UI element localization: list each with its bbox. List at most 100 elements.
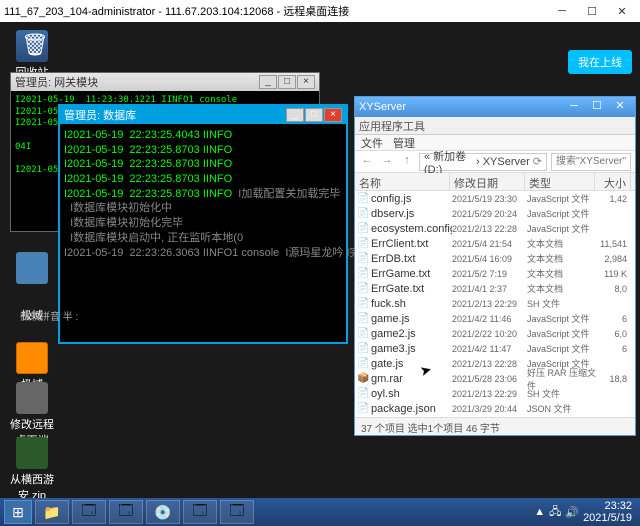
maximize-button[interactable]: ☐ (578, 2, 606, 20)
file-explorer: XYServer ─ ☐ ✕ 应用程序工具 文件 管理 ← → ↑ « 新加卷 … (354, 96, 636, 436)
max-button[interactable]: □ (278, 75, 296, 89)
file-row[interactable]: 📄ErrGate.txt2021/4/1 2:37文本文档8,0 (355, 281, 635, 296)
max-button[interactable]: □ (305, 108, 323, 122)
file-name: ErrDB.txt (371, 253, 452, 265)
close-button[interactable]: ✕ (609, 99, 631, 115)
file-row[interactable]: 📄package.json2021/3/29 20:44JSON 文件 (355, 401, 635, 416)
clock[interactable]: 23:32 2021/5/19 (583, 500, 636, 524)
taskbar-app3[interactable]: 💿 (146, 500, 180, 524)
terminal2-output: I2021-05-19 22:23:25.4043 IINFO I2021-05… (60, 124, 346, 264)
file-size: 18,8 (597, 374, 627, 384)
file-type: 文本文档 (527, 267, 597, 280)
breadcrumb[interactable]: « 新加卷 (D:) › XYServer ⟳ (419, 153, 547, 171)
file-row[interactable]: 📄ecosystem.config.js2021/2/13 22:28JavaS… (355, 221, 635, 236)
desktop-shortcut-1[interactable] (8, 252, 56, 286)
taskbar-app5[interactable]: 🗔 (220, 500, 254, 524)
max-button[interactable]: ☐ (586, 99, 608, 115)
taskbar-app1[interactable]: 🗔 (72, 500, 106, 524)
file-type: JavaScript 文件 (527, 207, 597, 220)
header-date[interactable]: 修改日期 (450, 173, 525, 190)
online-button[interactable]: 我在上线 (568, 50, 632, 74)
header-name[interactable]: 名称 (355, 173, 450, 190)
header-type[interactable]: 类型 (525, 173, 595, 190)
file-icon: 📄 (357, 328, 369, 340)
file-name: ErrClient.txt (371, 238, 452, 250)
file-row[interactable]: 📄ErrGame.txt2021/5/2 7:19文本文档119 K (355, 266, 635, 281)
app-icon (16, 252, 48, 284)
menu-manage[interactable]: 管理 (393, 135, 415, 151)
file-type: JavaScript 文件 (527, 192, 597, 205)
explorer-titlebar[interactable]: XYServer ─ ☐ ✕ (355, 97, 635, 117)
file-row[interactable]: 📄config.js2021/5/19 23:30JavaScript 文件1,… (355, 191, 635, 206)
min-button[interactable]: ─ (563, 99, 585, 115)
terminal1-titlebar[interactable]: 管理员: 网关模块 _ □ × (11, 73, 319, 91)
file-row[interactable]: 📄game3.js2021/4/2 11:47JavaScript 文件6 (355, 341, 635, 356)
menu-file[interactable]: 文件 (361, 135, 383, 151)
close-button[interactable]: × (324, 108, 342, 122)
file-row[interactable]: 📄game.js2021/4/2 11:46JavaScript 文件6 (355, 311, 635, 326)
taskbar-explorer[interactable]: 📁 (35, 500, 69, 524)
file-icon: 📄 (357, 358, 369, 370)
taskbar-app4[interactable]: 🗔 (183, 500, 217, 524)
file-row[interactable]: 📄fuck.sh2021/2/13 22:29SH 文件 (355, 296, 635, 311)
terminal2-titlebar[interactable]: 管理员: 数据库 _ □ × (60, 106, 346, 124)
min-button[interactable]: _ (286, 108, 304, 122)
close-button[interactable]: ✕ (608, 2, 636, 20)
breadcrumb-2[interactable]: XYServer (483, 156, 530, 168)
file-date: 2021/2/13 22:29 (452, 299, 527, 309)
file-name: gm.rar (371, 373, 452, 385)
file-row[interactable]: 📄dbserv.js2021/5/29 20:24JavaScript 文件 (355, 206, 635, 221)
file-icon: 📄 (357, 298, 369, 310)
search-input[interactable] (551, 153, 631, 171)
ribbon-tab-app[interactable]: 应用程序工具 (359, 118, 425, 134)
file-row[interactable]: 📄oyl.sh2021/2/13 22:29SH 文件 (355, 386, 635, 401)
zip-icon (16, 437, 48, 469)
file-icon: 📄 (357, 388, 369, 400)
minimize-button[interactable]: ─ (548, 2, 576, 20)
file-date: 2021/4/2 11:47 (452, 344, 527, 354)
file-date: 2021/2/13 22:28 (452, 224, 527, 234)
desktop-zip-file[interactable]: 从横西游安.zip (8, 437, 56, 503)
file-date: 2021/5/28 23:06 (452, 374, 527, 384)
back-button[interactable]: ← (359, 154, 375, 170)
file-name: fuck.sh (371, 298, 452, 310)
file-row[interactable]: 📦gm.rar2021/5/28 23:06好压 RAR 压缩文件18,8 (355, 371, 635, 386)
status-bar: 37 个项目 选中1个项目 46 字节 (355, 417, 635, 435)
ime-indicator: 微软拼音 半 : (20, 308, 78, 323)
file-date: 2021/5/4 16:09 (452, 254, 527, 264)
column-headers: 名称 修改日期 类型 大小 (355, 173, 635, 191)
explorer-address-bar: ← → ↑ « 新加卷 (D:) › XYServer ⟳ (355, 151, 635, 173)
tray-icon[interactable]: ▲ (534, 506, 545, 518)
start-button[interactable] (4, 500, 32, 524)
file-row[interactable]: 📄game2.js2021/2/22 10:20JavaScript 文件6,0 (355, 326, 635, 341)
file-row[interactable]: 📄ErrDB.txt2021/5/4 16:09文本文档2,984 (355, 251, 635, 266)
close-button[interactable]: × (297, 75, 315, 89)
file-date: 2021/5/29 20:24 (452, 209, 527, 219)
file-icon: 📄 (357, 268, 369, 280)
taskbar-app2[interactable]: 🗔 (109, 500, 143, 524)
file-list[interactable]: 📄config.js2021/5/19 23:30JavaScript 文件1,… (355, 191, 635, 417)
header-size[interactable]: 大小 (595, 173, 631, 190)
remote-desktop: 回收站 极域 极域 修改远程桌面端口.bat 从横西游安.zip 我在上线 管理… (0, 22, 640, 498)
file-type: 文本文档 (527, 237, 597, 250)
file-icon: 📄 (357, 313, 369, 325)
taskbar-left: 📁 🗔 🗔 💿 🗔 🗔 (4, 500, 254, 524)
up-button[interactable]: ↑ (399, 154, 415, 170)
file-icon: 📄 (357, 283, 369, 295)
refresh-icon[interactable]: ⟳ (533, 155, 542, 168)
file-size: 8,0 (597, 284, 627, 294)
file-name: ErrGate.txt (371, 283, 452, 295)
min-button[interactable]: _ (259, 75, 277, 89)
forward-button[interactable]: → (379, 154, 395, 170)
file-name: ErrGame.txt (371, 268, 452, 280)
file-size: 6,0 (597, 329, 627, 339)
file-date: 2021/4/1 2:37 (452, 284, 527, 294)
breadcrumb-1[interactable]: « 新加卷 (D:) (424, 148, 473, 176)
file-icon: 📄 (357, 403, 369, 415)
network-icon[interactable]: 🖧 (549, 503, 561, 522)
file-row[interactable]: 📄ErrClient.txt2021/5/4 21:54文本文档11,541 (355, 236, 635, 251)
file-type: JSON 文件 (527, 402, 597, 415)
sound-icon[interactable]: 🔊 (565, 506, 579, 519)
file-name: gate.js (371, 358, 452, 370)
file-date: 2021/2/13 22:28 (452, 359, 527, 369)
